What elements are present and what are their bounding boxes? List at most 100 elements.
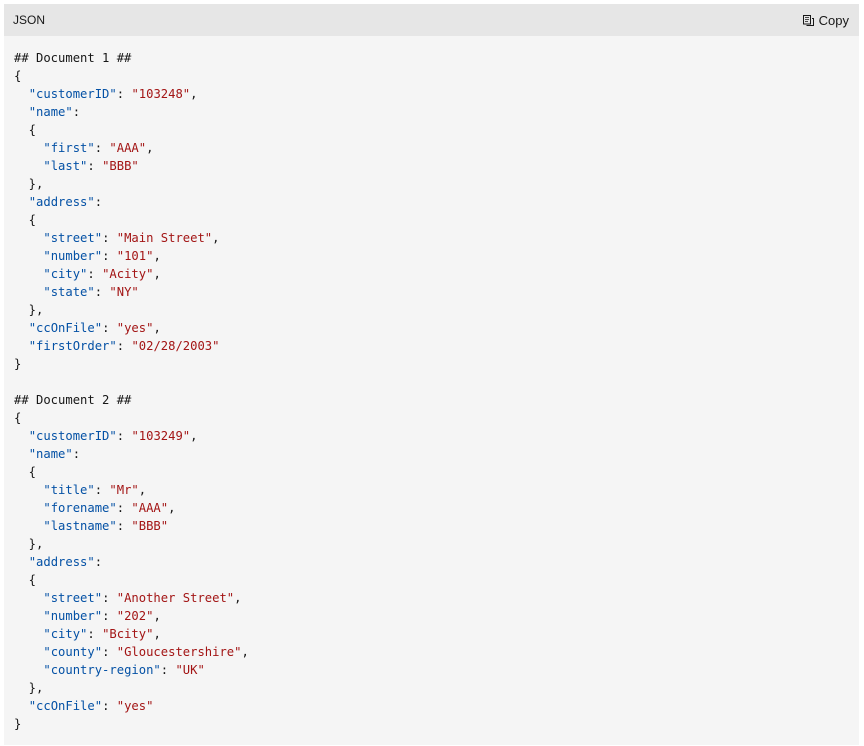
code-line: "forename": "AAA", [14,499,859,517]
json-key: "number" [43,609,103,623]
json-punctuation: }, [14,303,44,317]
json-string-value: "Mr" [109,483,139,497]
json-punctuation [14,285,43,299]
code-content: ## Document 1 ## { "customerID": "103248"… [4,36,859,733]
json-string-value: "Gloucestershire" [116,645,242,659]
json-punctuation [14,141,43,155]
json-punctuation: { [14,411,22,425]
json-punctuation: , [153,627,161,641]
code-line: }, [14,301,859,319]
json-punctuation: , [153,249,161,263]
code-line: } [14,715,859,733]
json-punctuation: , [168,501,176,515]
json-key: "last" [43,159,88,173]
code-line: { [14,67,859,85]
json-punctuation: { [14,213,37,227]
json-punctuation: : [102,249,117,263]
json-punctuation: : [102,591,117,605]
code-line: { [14,409,859,427]
json-punctuation: : [102,609,117,623]
json-punctuation: , [212,231,220,245]
code-line: "ccOnFile": "yes" [14,697,859,715]
code-line: }, [14,679,859,697]
json-key: "title" [43,483,95,497]
json-string-value: "02/28/2003" [131,339,220,353]
json-string-value: "Main Street" [116,231,213,245]
json-key: "county" [43,645,103,659]
json-string-value: "103249" [131,429,191,443]
json-punctuation: , [234,591,242,605]
code-line: { [14,211,859,229]
json-punctuation: , [190,87,198,101]
code-line: "address": [14,553,859,571]
json-punctuation [14,447,29,461]
code-line: { [14,121,859,139]
code-line: "state": "NY" [14,283,859,301]
json-punctuation: } [14,357,22,371]
json-string-value: "Acity" [102,267,154,281]
code-block: JSON Copy ## Document 1 ## { "customerID"… [4,4,859,745]
json-punctuation [14,429,29,443]
json-punctuation: : [87,627,103,641]
json-punctuation [14,501,43,515]
json-punctuation: , [190,429,198,443]
json-string-value: "UK" [175,663,205,677]
json-punctuation: : [72,447,81,461]
json-punctuation [14,591,43,605]
json-punctuation [14,87,29,101]
json-punctuation [14,627,43,641]
json-punctuation [14,663,43,677]
json-string-value: "103248" [131,87,191,101]
json-punctuation: , [138,483,147,497]
json-punctuation: , [153,321,161,335]
json-string-value: "AAA" [131,501,169,515]
json-key: "ccOnFile" [28,699,103,713]
json-punctuation [14,267,43,281]
json-punctuation [14,195,29,209]
json-punctuation [14,699,29,713]
json-key: "city" [43,627,88,641]
json-punctuation: : [160,663,176,677]
json-punctuation [14,555,29,569]
code-line: "city": "Bcity", [14,625,859,643]
json-punctuation [14,339,29,353]
json-key: "first" [43,141,95,155]
json-punctuation: } [14,717,22,731]
json-key: "forename" [43,501,117,515]
json-key: "lastname" [43,519,117,533]
code-comment: ## Document 2 ## [14,393,132,407]
json-punctuation: : [94,195,103,209]
code-line: "number": "101", [14,247,859,265]
json-punctuation: : [87,159,103,173]
code-line: "last": "BBB" [14,157,859,175]
code-line: }, [14,535,859,553]
json-punctuation: }, [14,681,44,695]
json-punctuation: : [87,267,103,281]
json-punctuation: : [116,429,132,443]
code-comment: ## Document 1 ## [14,51,132,65]
json-punctuation: : [102,321,117,335]
json-punctuation: , [153,609,161,623]
code-line: } [14,355,859,373]
json-key: "customerID" [28,87,117,101]
code-header: JSON Copy [4,4,859,36]
json-key: "street" [43,591,103,605]
code-line: "street": "Main Street", [14,229,859,247]
json-key: "address" [28,195,95,209]
json-punctuation: { [14,69,22,83]
json-string-value: "BBB" [102,159,139,173]
json-key: "state" [43,285,95,299]
json-punctuation: , [146,141,154,155]
code-line: ## Document 1 ## [14,49,859,67]
json-string-value: "AAA" [109,141,147,155]
json-punctuation: : [116,87,132,101]
code-line: "title": "Mr", [14,481,859,499]
code-line: ## Document 2 ## [14,391,859,409]
json-punctuation: , [153,267,161,281]
json-punctuation: : [72,105,81,119]
json-punctuation: { [14,465,37,479]
copy-button[interactable]: Copy [802,13,849,28]
json-punctuation [14,231,43,245]
code-line: "address": [14,193,859,211]
